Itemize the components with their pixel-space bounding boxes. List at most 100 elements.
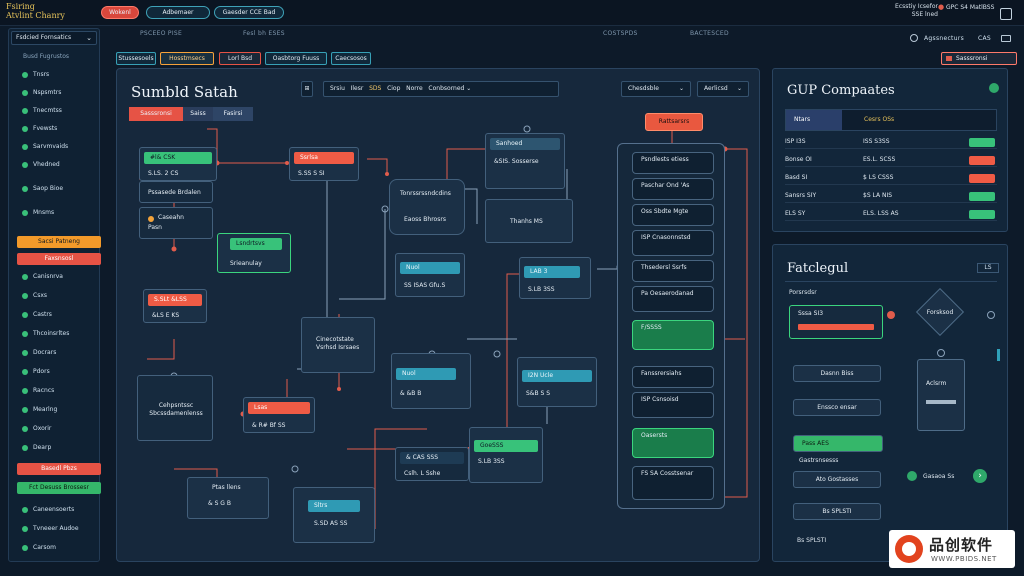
- control-4[interactable]: Ciop: [387, 85, 400, 92]
- control-6[interactable]: Conbsorned: [428, 85, 464, 92]
- sidebar-item-8[interactable]: Mnsms: [19, 207, 101, 219]
- sidebar-item-15[interactable]: Racncs: [19, 385, 101, 397]
- sidebar-item-3[interactable]: Tnecmtss: [19, 105, 101, 117]
- column-row-6[interactable]: Pa Oesaerodanad: [632, 286, 714, 312]
- node-10[interactable]: & CAS SSS Cslh. L Sshe: [395, 447, 469, 481]
- menu-icon[interactable]: [1001, 35, 1011, 42]
- control-5[interactable]: Norre: [406, 85, 423, 92]
- column-row-10[interactable]: Oasersts: [632, 428, 714, 458]
- column-row-4[interactable]: ISP Cnasonnstsd: [632, 230, 714, 256]
- sidebar-item-4[interactable]: Fvewsts: [19, 123, 101, 135]
- node-11[interactable]: Tonrssrssndcdins Eaoss Bhrosrs: [389, 179, 465, 235]
- column-row-9[interactable]: ISP Csnsoisd: [632, 392, 714, 418]
- sidebar-header[interactable]: Fsdcied Fornsatics ⌄: [11, 31, 97, 45]
- diagram-canvas[interactable]: Sumbld Satah ⊞ Srsiu Ilesr SDS Ciop Norr…: [116, 68, 760, 562]
- sidebar-item-17[interactable]: Oxorir: [19, 423, 101, 435]
- panel-2-node-3[interactable]: Enssco ensar: [793, 399, 881, 416]
- sidebar-pill-green[interactable]: Fct Desuss Brossesr: [17, 482, 101, 494]
- filter-tab-1[interactable]: Sasssronsi: [129, 107, 183, 121]
- panel-2-node-5[interactable]: Ato Gostasses: [793, 471, 881, 488]
- column-row-1[interactable]: Psndlests etiess: [632, 152, 714, 174]
- node-20[interactable]: Sltrs S.SD AS SS: [293, 487, 375, 543]
- panel-2-node-2[interactable]: Dasnn Biss: [793, 365, 881, 382]
- column-row-5[interactable]: Thsedersl Ssrfs: [632, 260, 714, 282]
- node-4[interactable]: Ssrlsa S.SS S SI: [289, 147, 359, 181]
- column-header[interactable]: Rattsarsrs: [645, 113, 703, 131]
- sidebar-pill-orange[interactable]: Sacsi Patneng: [17, 236, 101, 248]
- node-2[interactable]: Pssasede Brdalen: [139, 181, 213, 203]
- toolbar-button-3[interactable]: Lorl Bsd: [219, 52, 261, 65]
- alert-icon[interactable]: ●: [938, 4, 945, 11]
- panel-2-node-1[interactable]: Sssa SI3: [789, 305, 883, 339]
- control-1[interactable]: Srsiu: [330, 85, 345, 92]
- node-1[interactable]: #l& CSK S.LS. 2 CS: [139, 147, 217, 181]
- sidebar-item-2[interactable]: Nspsmtrs: [19, 87, 101, 99]
- top-tab-1[interactable]: Wokenl: [101, 6, 139, 19]
- sidebar-item-6[interactable]: Vhedned: [19, 159, 101, 171]
- table-row[interactable]: ELS SY ELS. LSS AS: [785, 207, 997, 221]
- dropdown-1[interactable]: Chesdsble ⌄: [621, 81, 691, 97]
- node-6[interactable]: S.SLt &LSS &LS E KS: [143, 289, 207, 323]
- brand-logo[interactable]: Fsiring Atvlint Chanry: [6, 2, 65, 20]
- column-row-2[interactable]: Paschar Ond 'As: [632, 178, 714, 200]
- node-17[interactable]: Nuol & &B B: [391, 353, 471, 409]
- table-row[interactable]: Bonse OI ES.L. SCSS: [785, 153, 997, 167]
- toolbar-button-4[interactable]: Oasbtorg Fuuss: [265, 52, 327, 65]
- sidebar-item-21[interactable]: Carsom: [19, 542, 101, 554]
- sidebar-pill-red[interactable]: Faxsnsosl: [17, 253, 101, 265]
- node-12[interactable]: Sanhoed &SIS. Sosserse: [485, 133, 565, 189]
- scrollbar[interactable]: [997, 349, 1000, 361]
- node-9[interactable]: Ptas llens & S G B: [187, 477, 269, 519]
- node-7[interactable]: Cehpsntssc Sbcssdamenlenss: [137, 375, 213, 441]
- node-18[interactable]: I2N Ucle S&B S S: [517, 357, 597, 407]
- node-3[interactable]: Caseahn Pasn: [139, 207, 213, 239]
- search-label[interactable]: Agssnecturs: [924, 35, 964, 42]
- filter-tab-2[interactable]: Saiss: [183, 107, 213, 121]
- node-16[interactable]: LAB 3 S.LB 3SS: [519, 257, 591, 299]
- panel-2-side-node[interactable]: Aclsrm: [917, 359, 965, 431]
- control-3[interactable]: SDS: [369, 85, 381, 92]
- toolbar-button-5[interactable]: Caecsosos: [331, 52, 371, 65]
- next-arrow-icon[interactable]: ›: [973, 469, 987, 483]
- control-2[interactable]: Ilesr: [351, 85, 364, 92]
- panel-2-node-4[interactable]: Pass AES: [793, 435, 883, 452]
- sidebar-item-5[interactable]: Sarvmvaids: [19, 141, 101, 153]
- top-tab-2[interactable]: Adbemaer: [146, 6, 210, 19]
- status-icon[interactable]: [989, 83, 999, 93]
- node-14[interactable]: Cinecotstate Vsrhsd Isrsaes: [301, 317, 375, 373]
- sidebar-item-18[interactable]: Dearp: [19, 442, 101, 454]
- panel-2-node-6[interactable]: Bs SPLSTI: [793, 503, 881, 520]
- top-tab-3[interactable]: Gaesder CCE Bad: [214, 6, 284, 19]
- node-5[interactable]: Lsndrtsvs Srieanulay: [217, 233, 291, 273]
- table-row[interactable]: Basd SI $ LS CSSS: [785, 171, 997, 185]
- panel-2-badge[interactable]: LS: [977, 263, 999, 273]
- sidebar-item-12[interactable]: Thcoinsrltes: [19, 328, 101, 340]
- column-row-11[interactable]: FS SA Cosstsenar: [632, 466, 714, 500]
- grid-icon[interactable]: ⊞: [301, 81, 313, 97]
- toolbar-button-2[interactable]: Hosstmsecs: [160, 52, 214, 65]
- sidebar-item-16[interactable]: Mearlng: [19, 404, 101, 416]
- sidebar-item-9[interactable]: Canisnrva: [19, 271, 101, 283]
- filter-tab-3[interactable]: Fasirsi: [213, 107, 253, 121]
- sidebar-item-13[interactable]: Docrars: [19, 347, 101, 359]
- sidebar-item-7[interactable]: Saop Bioe: [19, 183, 101, 195]
- table-row[interactable]: ISP I3S ISS S3SS: [785, 135, 997, 149]
- column-row-7[interactable]: F/SSSS: [632, 320, 714, 350]
- column-row-3[interactable]: Oss Sbdte Mgte: [632, 204, 714, 226]
- sidebar-item-14[interactable]: Pdors: [19, 366, 101, 378]
- toolbar-button-1[interactable]: Stussesoels: [116, 52, 156, 65]
- avatar[interactable]: [910, 34, 918, 42]
- column-row-8[interactable]: Fanssrersiahs: [632, 366, 714, 388]
- dropdown-2[interactable]: Aerlicsd ⌄: [697, 81, 749, 97]
- sidebar-item-11[interactable]: Castrs: [19, 309, 101, 321]
- node-8[interactable]: Lsas & R# Bf SS: [243, 397, 315, 433]
- node-13[interactable]: Thanhs MS: [485, 199, 573, 243]
- window-icon[interactable]: [1000, 8, 1012, 20]
- node-15[interactable]: Nuol SS ISAS Gfu.S: [395, 253, 465, 297]
- table-row[interactable]: Sansrs SIY $S LA NIS: [785, 189, 997, 203]
- sidebar-item-10[interactable]: Csxs: [19, 290, 101, 302]
- sidebar-pill-red-2[interactable]: Basedl Pbzs: [17, 463, 101, 475]
- sidebar-item-19[interactable]: Caneensoerts: [19, 504, 101, 516]
- sidebar-item-20[interactable]: Tvneeer Audoe: [19, 523, 101, 535]
- settings-label[interactable]: CAS: [978, 35, 991, 42]
